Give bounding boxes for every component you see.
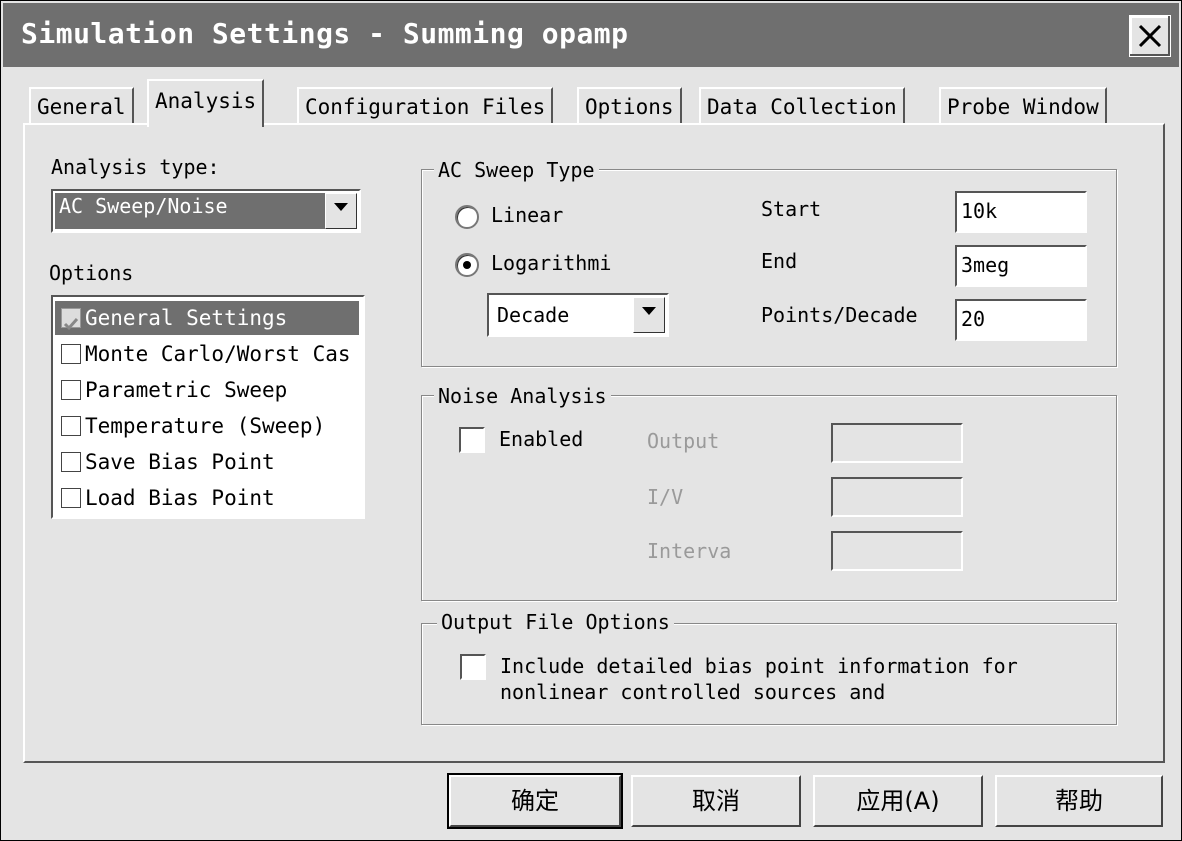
checkbox[interactable]	[61, 488, 81, 508]
noise-output-label: Output	[647, 429, 720, 453]
checkbox[interactable]	[61, 416, 81, 436]
list-item[interactable]: Monte Carlo/Worst Cas	[55, 337, 359, 371]
output-file-options-title: Output File Options	[437, 610, 674, 634]
noise-interval-label: Interva	[647, 539, 732, 563]
detailed-bias-label-line2: nonlinear controlled sources and	[500, 680, 886, 704]
output-file-options-group: Include detailed bias point information …	[421, 623, 1117, 725]
detailed-bias-checkbox[interactable]	[460, 654, 486, 680]
chevron-down-icon	[642, 307, 656, 315]
window-title: Simulation Settings - Summing opamp	[21, 17, 629, 50]
checkmark-icon	[63, 318, 79, 331]
points-per-decade-label: Points/Decade	[761, 303, 918, 327]
detailed-bias-label-line1: Include detailed bias point information …	[500, 654, 1018, 678]
points-per-decade-value: 20	[961, 307, 986, 331]
log-mode-value: Decade	[497, 303, 570, 327]
close-icon	[1138, 24, 1162, 48]
apply-button[interactable]: 应用(A)	[813, 775, 983, 827]
noise-analysis-group: Noise Analysis	[421, 384, 1117, 601]
options-label: Options	[49, 261, 134, 285]
analysis-type-dropdown-button[interactable]	[325, 193, 357, 229]
cancel-button[interactable]: 取消	[631, 775, 801, 827]
list-item-label: Temperature (Sweep)	[85, 414, 326, 438]
chevron-down-icon	[334, 203, 348, 211]
help-button[interactable]: 帮助	[995, 775, 1163, 827]
list-item[interactable]: General Settings	[55, 301, 359, 335]
list-item[interactable]: Parametric Sweep	[55, 373, 359, 407]
list-item-label: Save Bias Point	[85, 450, 275, 474]
log-mode-dropdown-button[interactable]	[633, 297, 665, 333]
tab-data-collection[interactable]: Data Collection	[699, 87, 905, 125]
tab-probe-window[interactable]: Probe Window	[939, 87, 1107, 125]
linear-radio[interactable]	[455, 205, 479, 229]
logarithmic-label: Logarithmi	[491, 251, 612, 275]
linear-label: Linear	[491, 203, 564, 227]
close-button[interactable]	[1129, 15, 1171, 57]
start-field[interactable]: 10k	[955, 191, 1087, 233]
tab-configuration-files[interactable]: Configuration Files	[297, 87, 554, 125]
tab-analysis[interactable]: Analysis	[147, 79, 265, 127]
list-item[interactable]: Temperature (Sweep)	[55, 409, 359, 443]
log-mode-select[interactable]: Decade	[487, 293, 669, 337]
list-item-label: Monte Carlo/Worst Cas	[85, 342, 351, 366]
analysis-type-select[interactable]: AC Sweep/Noise	[51, 189, 361, 233]
noise-analysis-title: Noise Analysis	[434, 384, 611, 408]
noise-enabled-checkbox[interactable]	[459, 427, 485, 453]
analysis-type-value: AC Sweep/Noise	[55, 193, 325, 229]
start-label: Start	[761, 197, 822, 221]
logarithmic-radio[interactable]	[455, 253, 479, 277]
tab-options[interactable]: Options	[577, 87, 682, 125]
list-item[interactable]: Load Bias Point	[55, 481, 359, 515]
end-field[interactable]: 3meg	[955, 245, 1087, 287]
list-item-label: Parametric Sweep	[85, 378, 288, 402]
end-value: 3meg	[961, 253, 1010, 277]
noise-output-field[interactable]	[831, 423, 963, 463]
title-bar[interactable]: Simulation Settings - Summing opamp	[3, 3, 1179, 67]
start-value: 10k	[961, 199, 998, 223]
radio-selected-dot	[463, 261, 471, 269]
tab-general[interactable]: General	[29, 87, 134, 125]
analysis-type-label: Analysis type:	[51, 155, 220, 179]
noise-iv-field[interactable]	[831, 477, 963, 517]
list-item[interactable]: Save Bias Point	[55, 445, 359, 479]
checkbox[interactable]	[61, 380, 81, 400]
checkbox[interactable]	[61, 344, 81, 364]
points-per-decade-field[interactable]: 20	[955, 299, 1087, 341]
list-item-label: General Settings	[85, 306, 288, 330]
options-listbox[interactable]: General Settings Monte Carlo/Worst Cas P…	[51, 295, 365, 519]
noise-enabled-label: Enabled	[499, 427, 584, 451]
ac-sweep-type-title: AC Sweep Type	[434, 158, 599, 182]
noise-interval-field[interactable]	[831, 531, 963, 571]
checkbox[interactable]	[61, 452, 81, 472]
list-item-label: Load Bias Point	[85, 486, 275, 510]
noise-iv-label: I/V	[647, 485, 684, 509]
simulation-settings-dialog: Simulation Settings - Summing opamp Gene…	[0, 0, 1182, 841]
checkbox[interactable]	[61, 308, 81, 331]
ok-button[interactable]: 确定	[447, 773, 623, 829]
end-label: End	[761, 249, 798, 273]
